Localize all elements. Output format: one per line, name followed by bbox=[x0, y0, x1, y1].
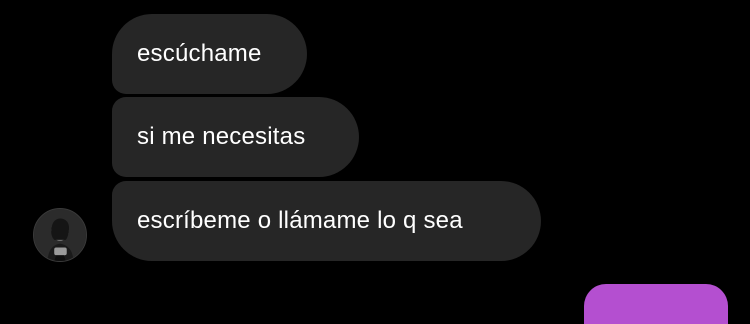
received-message-bubble[interactable]: escúchame bbox=[112, 14, 307, 94]
received-message-bubble[interactable]: si me necesitas bbox=[112, 97, 359, 177]
sent-message-bubble[interactable] bbox=[584, 284, 728, 324]
received-message-bubble[interactable]: escríbeme o llámame lo q sea bbox=[112, 181, 541, 261]
avatar-photo-icon bbox=[34, 209, 86, 261]
chat-thread: escúchame si me necesitas escríbeme o ll… bbox=[0, 0, 750, 324]
sender-avatar[interactable] bbox=[33, 208, 87, 262]
